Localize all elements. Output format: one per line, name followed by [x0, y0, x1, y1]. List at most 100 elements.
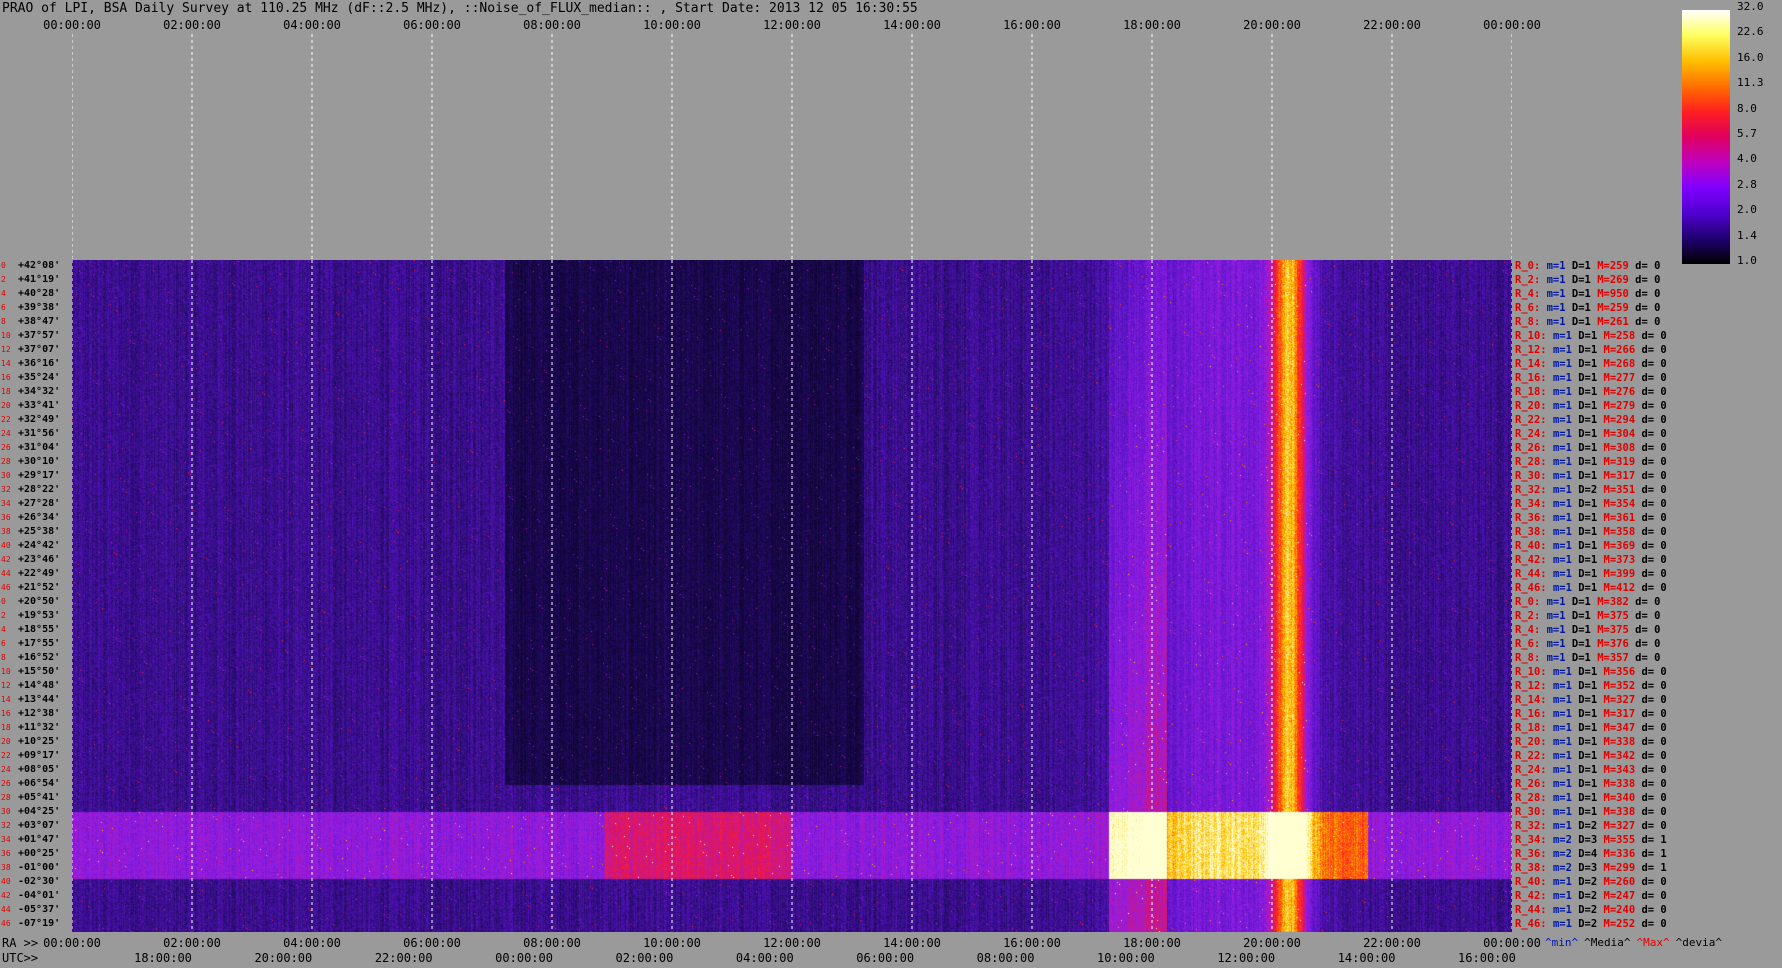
stat-m: m=1: [1546, 288, 1572, 300]
beam-stat-row: R_42: m=1 D=2 M=247 d= 0: [1515, 889, 1667, 903]
declination-row: 14 +36°16': [0, 357, 72, 371]
stat-D: D=1: [1578, 358, 1604, 370]
beam-number: 26: [1, 443, 11, 452]
declination-row: 38 +25°38': [0, 525, 72, 539]
declination-label: +37°07': [18, 344, 61, 355]
stat-m: m=1: [1552, 372, 1579, 384]
colorbar-tick: 1.0: [1737, 254, 1757, 267]
stat-m: m=1: [1552, 736, 1579, 748]
stat-d: d= 0: [1641, 512, 1667, 524]
declination-row: 28 +30°10': [0, 455, 72, 469]
declination-row: 14 +13°44': [0, 693, 72, 707]
ra-tick-label: 20:00:00: [1243, 936, 1301, 950]
beam-number: 34: [1, 835, 11, 844]
stat-M: M=260: [1603, 876, 1642, 888]
top-grid: [72, 34, 1512, 260]
stat-d: d= 0: [1641, 484, 1667, 496]
top-tick-label: 02:00:00: [163, 18, 221, 32]
declination-label: +40°28': [18, 288, 61, 299]
stat-d: d= 1: [1641, 834, 1667, 846]
stat-D: D=1: [1578, 400, 1604, 412]
stat-m: m=1: [1552, 890, 1579, 902]
declination-row: 44 -05°37': [0, 903, 72, 917]
declination-label: +16°52': [18, 652, 61, 663]
stat-rid: R_26:: [1515, 442, 1553, 454]
stat-D: D=1: [1578, 792, 1604, 804]
stat-D: D=1: [1571, 302, 1598, 314]
declination-row: 4 +40°28': [0, 287, 72, 301]
legend-key: ^Max^: [1636, 936, 1670, 949]
declination-row: 22 +32°49': [0, 413, 72, 427]
beam-stat-row: R_26: m=1 D=1 M=308 d= 0: [1515, 441, 1667, 455]
declination-label: +22°49': [18, 568, 61, 579]
stat-d: d= 0: [1635, 260, 1661, 272]
declination-label: +20°50': [18, 596, 61, 607]
beam-number: 16: [1, 373, 11, 382]
utc-axis-label: UTC>>: [2, 951, 39, 965]
beam-stat-row: R_36: m=2 D=4 M=336 d= 1: [1515, 847, 1667, 861]
beam-number: 44: [1, 905, 11, 914]
stat-D: D=1: [1578, 680, 1604, 692]
beam-stat-row: R_38: m=1 D=1 M=358 d= 0: [1515, 525, 1667, 539]
stat-M: M=338: [1603, 806, 1642, 818]
beam-number: 44: [1, 569, 11, 578]
beam-stat-row: R_46: m=1 D=1 M=412 d= 0: [1515, 581, 1667, 595]
beam-stat-row: R_34: m=1 D=1 M=354 d= 0: [1515, 497, 1667, 511]
beam-number: 2: [1, 611, 6, 620]
stats-legend: ^min^ ^Media^ ^Max^ ^devia^: [1545, 936, 1728, 949]
stat-M: M=342: [1603, 750, 1642, 762]
stat-rid: R_4:: [1515, 624, 1547, 636]
beam-stat-row: R_30: m=1 D=1 M=338 d= 0: [1515, 805, 1667, 819]
stat-M: M=269: [1597, 274, 1636, 286]
stat-d: d= 1: [1641, 848, 1667, 860]
stat-d: d= 1: [1641, 862, 1667, 874]
stat-d: d= 0: [1635, 316, 1661, 328]
stat-M: M=299: [1603, 862, 1642, 874]
top-tick-label: 14:00:00: [883, 18, 941, 32]
top-tick-label: 12:00:00: [763, 18, 821, 32]
beam-stat-row: R_22: m=1 D=1 M=342 d= 0: [1515, 749, 1667, 763]
stat-m: m=1: [1546, 274, 1572, 286]
stat-m: m=1: [1552, 554, 1579, 566]
stat-rid: R_38:: [1515, 526, 1553, 538]
stat-D: D=1: [1571, 624, 1598, 636]
stat-rid: R_30:: [1515, 470, 1553, 482]
stat-rid: R_26:: [1515, 778, 1553, 790]
stat-m: m=1: [1546, 624, 1572, 636]
declination-label: +04°25': [18, 806, 61, 817]
stat-m: m=1: [1552, 456, 1579, 468]
beam-number: 40: [1, 541, 11, 550]
stat-d: d= 0: [1641, 400, 1667, 412]
declination-row: 34 +27°28': [0, 497, 72, 511]
stat-M: M=351: [1603, 484, 1642, 496]
beam-stat-row: R_18: m=1 D=1 M=276 d= 0: [1515, 385, 1667, 399]
colorbar-tick: 32.0: [1737, 0, 1764, 13]
beam-number: 20: [1, 737, 11, 746]
stat-M: M=308: [1603, 442, 1642, 454]
declination-label: +14°48': [18, 680, 61, 691]
stat-m: m=1: [1552, 330, 1579, 342]
stat-M: M=258: [1603, 330, 1642, 342]
beam-number: 46: [1, 583, 11, 592]
stat-d: d= 0: [1641, 876, 1667, 888]
stat-D: D=3: [1578, 862, 1604, 874]
stat-d: d= 0: [1635, 638, 1661, 650]
declination-label: +29°17': [18, 470, 61, 481]
stat-rid: R_20:: [1515, 400, 1553, 412]
declination-label: +12°38': [18, 708, 61, 719]
stat-rid: R_14:: [1515, 358, 1553, 370]
stat-d: d= 0: [1635, 274, 1661, 286]
ra-tick-label: 12:00:00: [763, 936, 821, 950]
declination-label: +06°54': [18, 778, 61, 789]
stat-m: m=1: [1546, 638, 1572, 650]
stat-d: d= 0: [1641, 778, 1667, 790]
stat-m: m=1: [1552, 470, 1579, 482]
beam-number: 16: [1, 709, 11, 718]
beam-number: 14: [1, 359, 11, 368]
beam-stat-row: R_40: m=1 D=2 M=260 d= 0: [1515, 875, 1667, 889]
heatmap-plot: [72, 260, 1512, 932]
declination-label: +01°47': [18, 834, 61, 845]
stat-m: m=1: [1552, 358, 1579, 370]
beam-number: 4: [1, 625, 6, 634]
colorbar-tick: 2.8: [1737, 177, 1757, 191]
